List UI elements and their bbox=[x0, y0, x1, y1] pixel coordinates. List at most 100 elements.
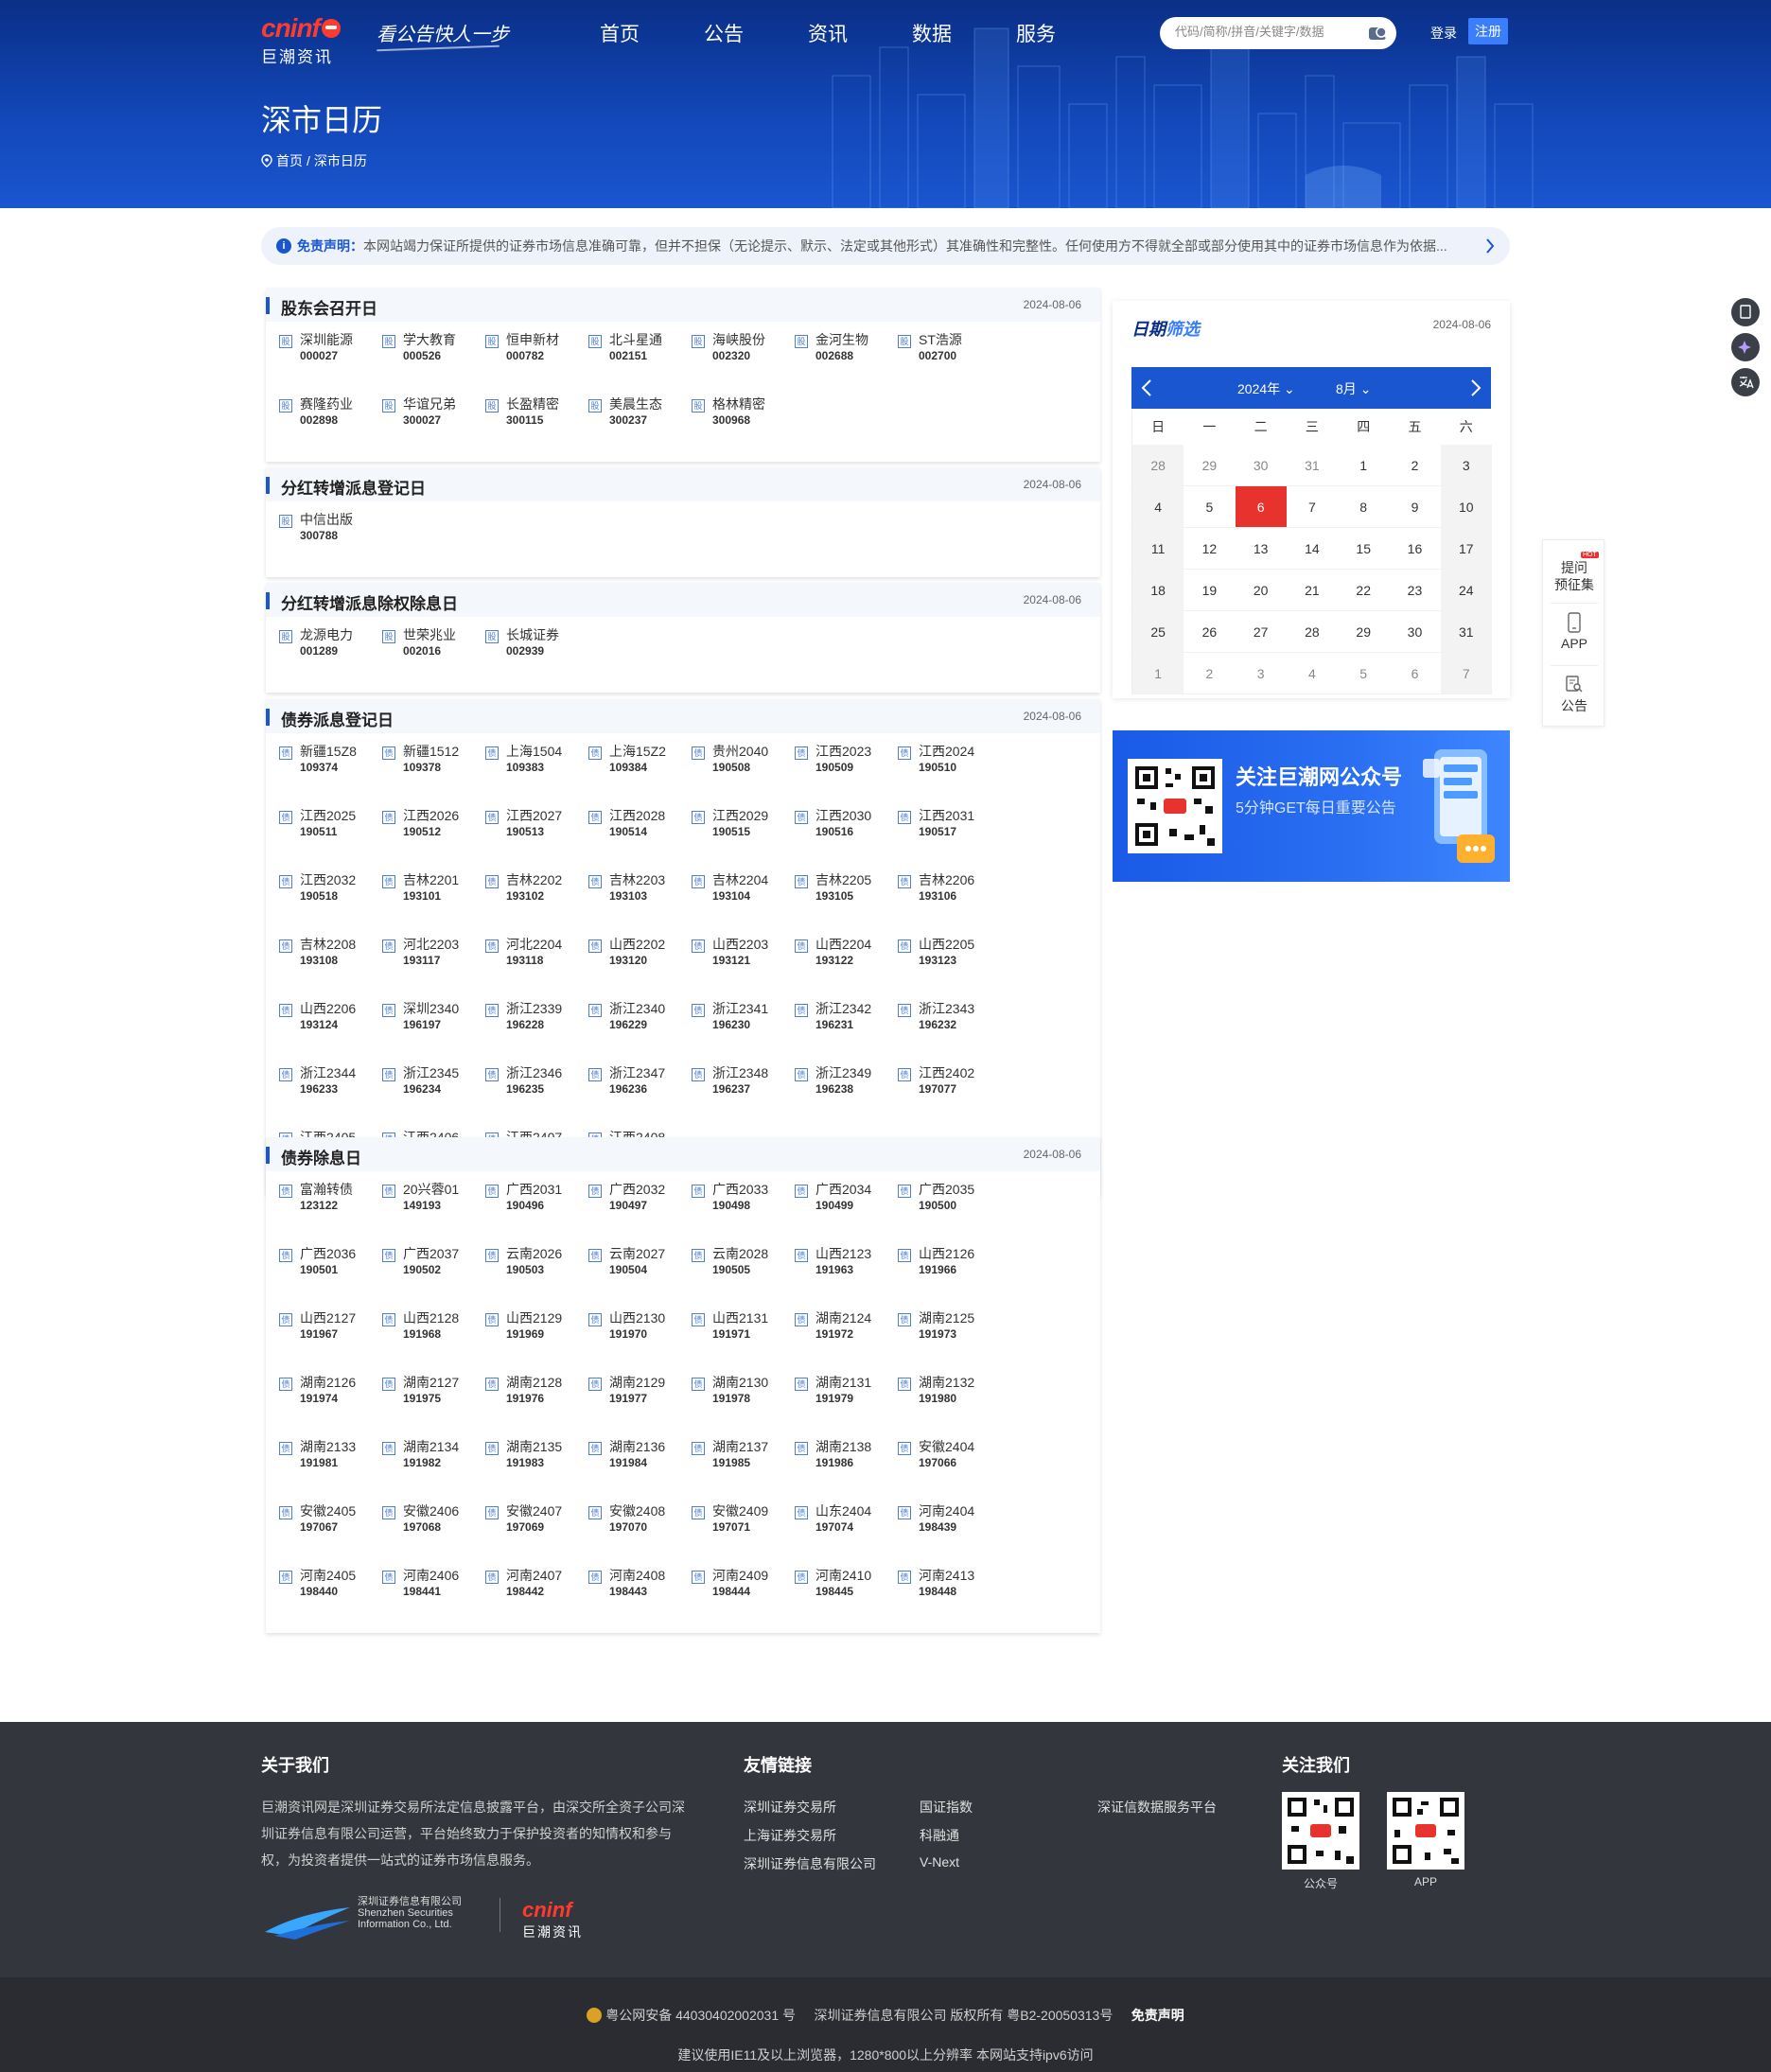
calendar-day[interactable]: 5 bbox=[1184, 486, 1236, 528]
security-item[interactable]: 债江西2026 190512 bbox=[382, 805, 485, 869]
side-announcement[interactable]: 公告 bbox=[1543, 675, 1605, 715]
security-item[interactable]: 债广西2032 190497 bbox=[588, 1179, 692, 1243]
security-name[interactable]: 广西2031 bbox=[506, 1181, 562, 1198]
side-translate-button[interactable] bbox=[1731, 368, 1760, 396]
security-name[interactable]: 江西2031 bbox=[919, 807, 974, 824]
security-name[interactable]: 云南2026 bbox=[506, 1245, 562, 1262]
calendar-day[interactable]: 24 bbox=[1440, 570, 1492, 611]
security-name[interactable]: 湖南2129 bbox=[609, 1374, 665, 1391]
breadcrumb-home[interactable]: 首页 bbox=[276, 151, 303, 170]
security-name[interactable]: 广西2032 bbox=[609, 1181, 665, 1198]
security-name[interactable]: 浙江2348 bbox=[712, 1064, 768, 1081]
security-item[interactable]: 债河北2203 193117 bbox=[382, 934, 485, 998]
security-name[interactable]: 北斗星通 bbox=[609, 331, 662, 348]
security-item[interactable]: 债江西2031 190517 bbox=[898, 805, 1001, 869]
security-name[interactable]: 吉林2202 bbox=[506, 871, 562, 888]
calendar-day[interactable]: 16 bbox=[1389, 528, 1441, 570]
security-item[interactable]: 债贵州2040 190508 bbox=[692, 741, 795, 805]
security-item[interactable]: 债浙江2349 196238 bbox=[795, 1062, 898, 1127]
security-item[interactable]: 股世荣兆业 002016 bbox=[382, 624, 485, 689]
security-item[interactable]: 债云南2028 190505 bbox=[692, 1243, 795, 1308]
year-select[interactable]: 2024年 ⌄ bbox=[1237, 379, 1295, 398]
security-name[interactable]: 吉林2206 bbox=[919, 871, 974, 888]
calendar-day[interactable]: 1 bbox=[1132, 653, 1184, 694]
calendar-day[interactable]: 9 bbox=[1389, 486, 1441, 528]
calendar-day[interactable]: 29 bbox=[1184, 445, 1236, 486]
security-item[interactable]: 债新疆1512 109378 bbox=[382, 741, 485, 805]
security-name[interactable]: 赛隆药业 bbox=[300, 395, 353, 413]
security-name[interactable]: 广西2037 bbox=[403, 1245, 459, 1262]
security-item[interactable]: 债浙江2344 196233 bbox=[279, 1062, 382, 1127]
security-name[interactable]: 贵州2040 bbox=[712, 743, 768, 760]
security-item[interactable]: 债安徽2409 197071 bbox=[692, 1501, 795, 1565]
security-name[interactable]: 富瀚转债 bbox=[300, 1181, 353, 1198]
security-name[interactable]: ST浩源 bbox=[919, 331, 962, 348]
calendar-day[interactable]: 4 bbox=[1286, 653, 1339, 694]
chevron-right-icon[interactable] bbox=[1470, 378, 1482, 397]
security-name[interactable]: 浙江2339 bbox=[506, 1000, 562, 1017]
security-item[interactable]: 债山西2126 191966 bbox=[898, 1243, 1001, 1308]
security-name[interactable]: 湖南2126 bbox=[300, 1374, 356, 1391]
security-item[interactable]: 债吉林2202 193102 bbox=[485, 869, 588, 934]
security-name[interactable]: 江西2027 bbox=[506, 807, 562, 824]
security-item[interactable]: 债深圳2340 196197 bbox=[382, 998, 485, 1062]
security-name[interactable]: 山西2123 bbox=[815, 1245, 871, 1262]
calendar-day[interactable]: 19 bbox=[1184, 570, 1236, 611]
security-item[interactable]: 债湖南2132 191980 bbox=[898, 1372, 1001, 1436]
security-name[interactable]: 湖南2133 bbox=[300, 1438, 356, 1455]
security-item[interactable]: 债安徽2404 197066 bbox=[898, 1436, 1001, 1501]
calendar-day-today[interactable]: 6 bbox=[1235, 486, 1287, 528]
security-item[interactable]: 债浙江2342 196231 bbox=[795, 998, 898, 1062]
security-name[interactable]: 湖南2137 bbox=[712, 1438, 768, 1455]
security-item[interactable]: 股金河生物 002688 bbox=[795, 329, 898, 394]
security-item[interactable]: 债上海15Z2 109384 bbox=[588, 741, 692, 805]
calendar-day[interactable]: 29 bbox=[1338, 611, 1390, 653]
security-item[interactable]: 债吉林2205 193105 bbox=[795, 869, 898, 934]
security-item[interactable]: 债山西2130 191970 bbox=[588, 1308, 692, 1372]
security-name[interactable]: 浙江2346 bbox=[506, 1064, 562, 1081]
security-name[interactable]: 山西2129 bbox=[506, 1309, 562, 1326]
security-name[interactable]: 金河生物 bbox=[815, 331, 868, 348]
security-name[interactable]: 河北2204 bbox=[506, 936, 562, 953]
security-item[interactable]: 债江西2402 197077 bbox=[898, 1062, 1001, 1127]
security-item[interactable]: 债河南2409 198444 bbox=[692, 1565, 795, 1629]
security-name[interactable]: 浙江2340 bbox=[609, 1000, 665, 1017]
security-name[interactable]: 长盈精密 bbox=[506, 395, 559, 413]
chevron-left-icon[interactable] bbox=[1141, 378, 1152, 397]
security-name[interactable]: 浙江2345 bbox=[403, 1064, 459, 1081]
security-item[interactable]: 债吉林2206 193106 bbox=[898, 869, 1001, 934]
security-item[interactable]: 债山西2205 193123 bbox=[898, 934, 1001, 998]
calendar-day[interactable]: 4 bbox=[1132, 486, 1184, 528]
security-name[interactable]: 河南2409 bbox=[712, 1567, 768, 1584]
security-item[interactable]: 债湖南2127 191975 bbox=[382, 1372, 485, 1436]
calendar-day[interactable]: 28 bbox=[1132, 445, 1184, 486]
security-name[interactable]: 广西2034 bbox=[815, 1181, 871, 1198]
security-item[interactable]: 债湖南2136 191984 bbox=[588, 1436, 692, 1501]
icp-police-record[interactable]: 粤公网安备 44030402002031 号 bbox=[605, 2008, 796, 2023]
calendar-day[interactable]: 2 bbox=[1389, 445, 1441, 486]
security-name[interactable]: 河南2406 bbox=[403, 1567, 459, 1584]
security-name[interactable]: 湖南2132 bbox=[919, 1374, 974, 1391]
calendar-day[interactable]: 14 bbox=[1286, 528, 1339, 570]
security-item[interactable]: 债新疆15Z8 109374 bbox=[279, 741, 382, 805]
security-name[interactable]: 河南2408 bbox=[609, 1567, 665, 1584]
link-szsi-data[interactable]: 深证信数据服务平台 bbox=[1097, 1798, 1217, 1817]
calendar-day[interactable]: 2 bbox=[1184, 653, 1236, 694]
calendar-day[interactable]: 10 bbox=[1440, 486, 1492, 528]
security-item[interactable]: 债浙江2341 196230 bbox=[692, 998, 795, 1062]
security-item[interactable]: 债江西2029 190515 bbox=[692, 805, 795, 869]
security-name[interactable]: 江西2030 bbox=[815, 807, 871, 824]
cninfo-logo[interactable]: cninf 巨潮资讯 bbox=[261, 13, 356, 67]
security-item[interactable]: 债山西2127 191967 bbox=[279, 1308, 382, 1372]
security-name[interactable]: 云南2027 bbox=[609, 1245, 665, 1262]
security-name[interactable]: 河南2410 bbox=[815, 1567, 871, 1584]
calendar-day[interactable]: 28 bbox=[1286, 611, 1339, 653]
security-item[interactable]: 股龙源电力 001289 bbox=[279, 624, 382, 689]
security-item[interactable]: 债河南2406 198441 bbox=[382, 1565, 485, 1629]
security-item[interactable]: 债山西2202 193120 bbox=[588, 934, 692, 998]
month-select[interactable]: 8月 ⌄ bbox=[1336, 379, 1371, 398]
security-name[interactable]: 江西2032 bbox=[300, 871, 356, 888]
security-name[interactable]: 海峡股份 bbox=[712, 331, 765, 348]
security-name[interactable]: 江西2029 bbox=[712, 807, 768, 824]
security-item[interactable]: 债浙江2343 196232 bbox=[898, 998, 1001, 1062]
